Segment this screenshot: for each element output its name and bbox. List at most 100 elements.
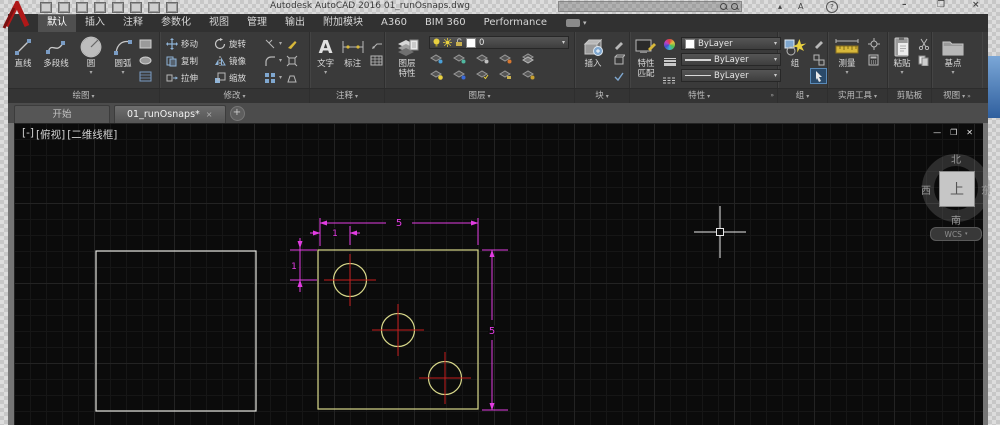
ribbon-tab-a360[interactable]: A360 (372, 14, 416, 32)
panel-label-block[interactable]: 块 ▾ (575, 89, 630, 104)
a360-icon[interactable]: A (798, 2, 803, 11)
save-as-icon[interactable] (94, 2, 106, 13)
panel-label-annotate[interactable]: 注释 ▾ (310, 89, 385, 104)
viewcube-west[interactable]: 西 (921, 182, 931, 197)
polyline-button[interactable]: 多段线 (38, 35, 74, 69)
layer-make-current-button[interactable] (429, 67, 444, 81)
quick-calc-button[interactable] (866, 53, 881, 67)
scale-button[interactable]: 缩放 (214, 72, 260, 84)
panel-label-draw[interactable]: 绘图 ▾ (8, 89, 160, 104)
viewcube-top-face[interactable]: 上 (939, 171, 975, 207)
linetype-list-button[interactable] (662, 73, 677, 87)
ellipse-button[interactable] (138, 53, 153, 67)
viewcube[interactable]: 北 西 东 南 上 (918, 150, 994, 227)
open-file-icon[interactable] (58, 2, 70, 13)
move-button[interactable]: 移动 (166, 37, 212, 50)
ribbon-tab-view[interactable]: 视图 (200, 14, 238, 32)
new-drawing-tab-button[interactable]: + (229, 106, 245, 121)
autocad-logo-icon[interactable] (2, 1, 30, 29)
model-space-canvas[interactable]: [-] [俯视] [二维线框] — ❐ ✕ 5 1 1 5 北 西 东 南 上 … (14, 123, 991, 425)
ribbon-tab-output[interactable]: 输出 (276, 14, 314, 32)
text-button[interactable]: A 文字 ▾ (315, 35, 336, 76)
layer-freeze-button[interactable] (475, 51, 490, 65)
dialog-launcher-icon[interactable]: » (770, 89, 774, 103)
cut-button[interactable] (916, 37, 931, 51)
layer-lock-button[interactable] (498, 51, 513, 65)
window-restore-button[interactable]: ❐ (937, 0, 945, 10)
group-edit-button[interactable] (811, 53, 826, 67)
color-wheel-button[interactable] (662, 37, 677, 51)
save-icon[interactable] (76, 2, 88, 13)
leader-button[interactable] (369, 37, 384, 51)
hatch-button[interactable] (138, 69, 153, 83)
rotate-button[interactable]: 旋转 (214, 37, 260, 50)
file-tab-start[interactable]: 开始 (14, 105, 110, 123)
layer-select-dropdown[interactable]: 0 ▾ (429, 36, 569, 49)
viewcube-east[interactable]: 东 (981, 182, 991, 197)
table-button[interactable] (369, 53, 384, 67)
help-icon[interactable]: ? (826, 1, 838, 13)
left-square[interactable] (95, 250, 257, 412)
layer-isolate-button[interactable] (452, 51, 467, 65)
ungroup-button[interactable] (811, 37, 826, 51)
workspace-icon[interactable] (166, 2, 178, 13)
insert-block-button[interactable]: 插入 (579, 35, 607, 69)
panel-label-utilities[interactable]: 实用工具 ▾ (828, 89, 888, 104)
window-close-button[interactable]: × (972, 0, 980, 10)
block-create-button[interactable] (611, 53, 626, 67)
ribbon-tab-insert[interactable]: 插入 (76, 14, 114, 32)
rectangle-button[interactable] (138, 37, 153, 51)
panel-label-modify[interactable]: 修改 ▾ (160, 89, 310, 104)
layer-match-button[interactable] (521, 51, 536, 65)
measure-button[interactable]: 测量 ▾ (832, 35, 862, 76)
new-file-icon[interactable] (40, 2, 52, 13)
lineweight-dropdown[interactable]: ByLayer ▾ (681, 53, 781, 66)
linetype-dropdown[interactable]: ByLayer ▾ (681, 69, 781, 82)
match-properties-button[interactable]: 特性 匹配 (634, 35, 658, 79)
layer-prev-button[interactable] (452, 67, 467, 81)
trim-button[interactable] (262, 37, 277, 51)
panel-label-properties[interactable]: 特性 ▾» (630, 89, 778, 104)
circle-button[interactable]: 圆 ▾ (74, 35, 108, 76)
lineweight-list-button[interactable] (662, 55, 677, 69)
id-point-button[interactable] (866, 37, 881, 51)
line-button[interactable]: 直线 (8, 35, 38, 69)
ribbon-tab-performance[interactable]: Performance (475, 14, 556, 32)
redo-icon[interactable] (148, 2, 160, 13)
explode-button[interactable] (284, 54, 299, 68)
dimension-button[interactable]: 标注 (340, 35, 365, 69)
mirror-button[interactable]: 镜像 (214, 55, 260, 67)
block-attribute-button[interactable] (611, 69, 626, 83)
copy-button[interactable]: 复制 (166, 55, 212, 67)
file-tab-close-icon[interactable]: × (206, 106, 213, 123)
layer-unlock2-button[interactable] (498, 67, 513, 81)
layer-state-button[interactable] (475, 67, 490, 81)
plot-icon[interactable] (112, 2, 124, 13)
array-button[interactable] (262, 71, 277, 85)
viewcube-north[interactable]: 北 (951, 151, 961, 166)
ribbon-tab-bim360[interactable]: BIM 360 (416, 14, 475, 32)
panel-label-groups[interactable]: 组 ▾ (778, 89, 828, 104)
layer-off-button[interactable] (429, 51, 444, 65)
panel-label-layers[interactable]: 图层 ▾ (385, 89, 575, 104)
offset-button[interactable] (284, 71, 299, 85)
block-edit-button[interactable] (611, 37, 626, 51)
panel-label-view[interactable]: 视图 ▾» (932, 89, 982, 104)
group-button[interactable]: 组 (782, 35, 808, 69)
erase-button[interactable] (284, 37, 299, 51)
viewcube-south[interactable]: 南 (951, 212, 961, 227)
wcs-dropdown[interactable]: WCS ▾ (930, 227, 982, 241)
ribbon-tab-annotate[interactable]: 注释 (114, 14, 152, 32)
ribbon-tab-manage[interactable]: 管理 (238, 14, 276, 32)
paste-button[interactable]: 粘贴 ▾ (891, 35, 913, 76)
panel-label-clipboard[interactable]: 剪贴板 (888, 89, 932, 104)
window-minimize-button[interactable]: – (902, 0, 907, 10)
file-tab-drawing[interactable]: 01_runOsnaps* × (114, 105, 226, 123)
ribbon-display-toggle-button[interactable]: ▾ (566, 14, 587, 32)
layer-merge-button[interactable] (521, 67, 536, 81)
stretch-button[interactable]: 拉伸 (166, 72, 212, 84)
base-view-button[interactable]: 基点 ▾ (938, 35, 968, 76)
arc-button[interactable]: 圆弧 ▾ (108, 35, 138, 76)
group-selection-toggle[interactable] (810, 68, 827, 84)
layer-properties-button[interactable]: 图层 特性 (390, 35, 424, 79)
